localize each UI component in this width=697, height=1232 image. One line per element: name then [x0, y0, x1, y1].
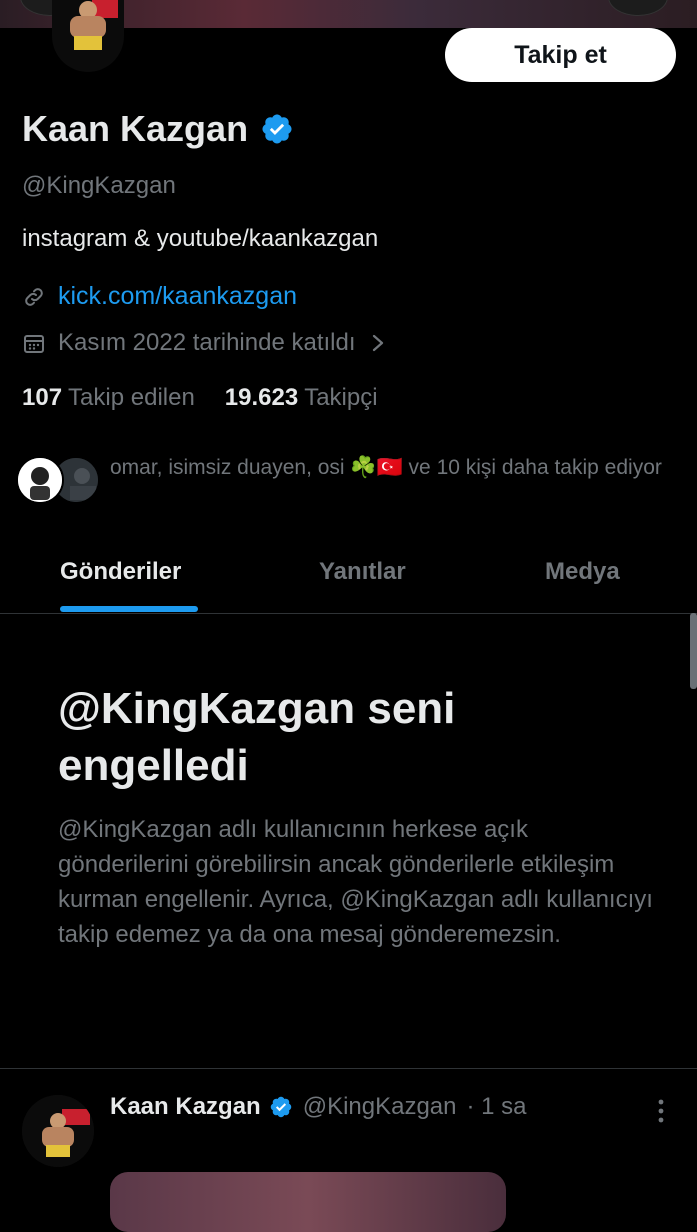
followers-label: Takipçi — [304, 384, 378, 411]
follow-button[interactable]: Takip et — [445, 28, 676, 82]
following-stat[interactable]: 107 Takip edilen — [22, 384, 195, 412]
post-time: · 1 sa — [466, 1093, 527, 1120]
following-label: Takip edilen — [68, 384, 195, 411]
following-count: 107 — [22, 384, 63, 411]
followers-stat[interactable]: 19.623 Takipçi — [225, 384, 378, 412]
more-vertical-icon[interactable] — [654, 1098, 668, 1124]
link-icon — [25, 287, 43, 306]
divider — [0, 1068, 697, 1069]
display-name: Kaan Kazgan — [22, 108, 249, 149]
profile-name-row: Kaan Kazgan — [22, 108, 294, 150]
profile-bio: instagram & youtube/kaankazgan — [22, 225, 379, 252]
known-followers-text: omar, isimsiz duayen, osi ☘️🇹🇷 ve 10 kiş… — [110, 456, 662, 479]
followers-count: 19.623 — [224, 384, 299, 411]
profile-handle: @KingKazgan — [22, 172, 176, 199]
verified-badge-icon[interactable] — [260, 112, 294, 146]
tab-replies[interactable]: Yanıtlar — [319, 558, 406, 586]
calendar-icon — [24, 335, 44, 353]
blocked-title: @KingKazgan seni engelledi — [58, 684, 456, 790]
profile-tabs: Gönderiler Yanıtlar Medya — [0, 540, 697, 614]
post-media[interactable] — [110, 1172, 506, 1232]
profile-link-row[interactable]: kick.com/kaankazgan — [22, 282, 297, 311]
avatar — [16, 456, 64, 504]
tab-posts[interactable]: Gönderiler — [60, 558, 181, 586]
post-header: Kaan Kazgan @KingKazgan · 1 sa — [110, 1093, 527, 1121]
verified-badge-icon — [270, 1096, 291, 1118]
post-author-avatar[interactable] — [22, 1095, 94, 1167]
joined-date: Kasım 2022 tarihinde katıldı — [58, 329, 356, 356]
post-author-handle[interactable]: @KingKazgan — [303, 1093, 457, 1121]
active-tab-indicator — [60, 606, 198, 612]
profile-avatar[interactable] — [52, 0, 124, 72]
scrollbar[interactable] — [690, 613, 697, 689]
post-author-name[interactable]: Kaan Kazgan — [110, 1093, 261, 1121]
profile-stats: 107 Takip edilen 19.623 Takipçi — [22, 384, 378, 412]
known-followers-avatars — [16, 452, 102, 504]
chevron-right-icon — [372, 334, 383, 352]
joined-date-row[interactable]: Kasım 2022 tarihinde katıldı — [22, 329, 386, 357]
known-followers[interactable]: omar, isimsiz duayen, osi ☘️🇹🇷 ve 10 kiş… — [16, 452, 670, 504]
profile-link[interactable]: kick.com/kaankazgan — [58, 282, 297, 311]
blocked-description: @KingKazgan adlı kullanıcının herkese aç… — [58, 816, 653, 948]
tab-media[interactable]: Medya — [545, 558, 620, 586]
